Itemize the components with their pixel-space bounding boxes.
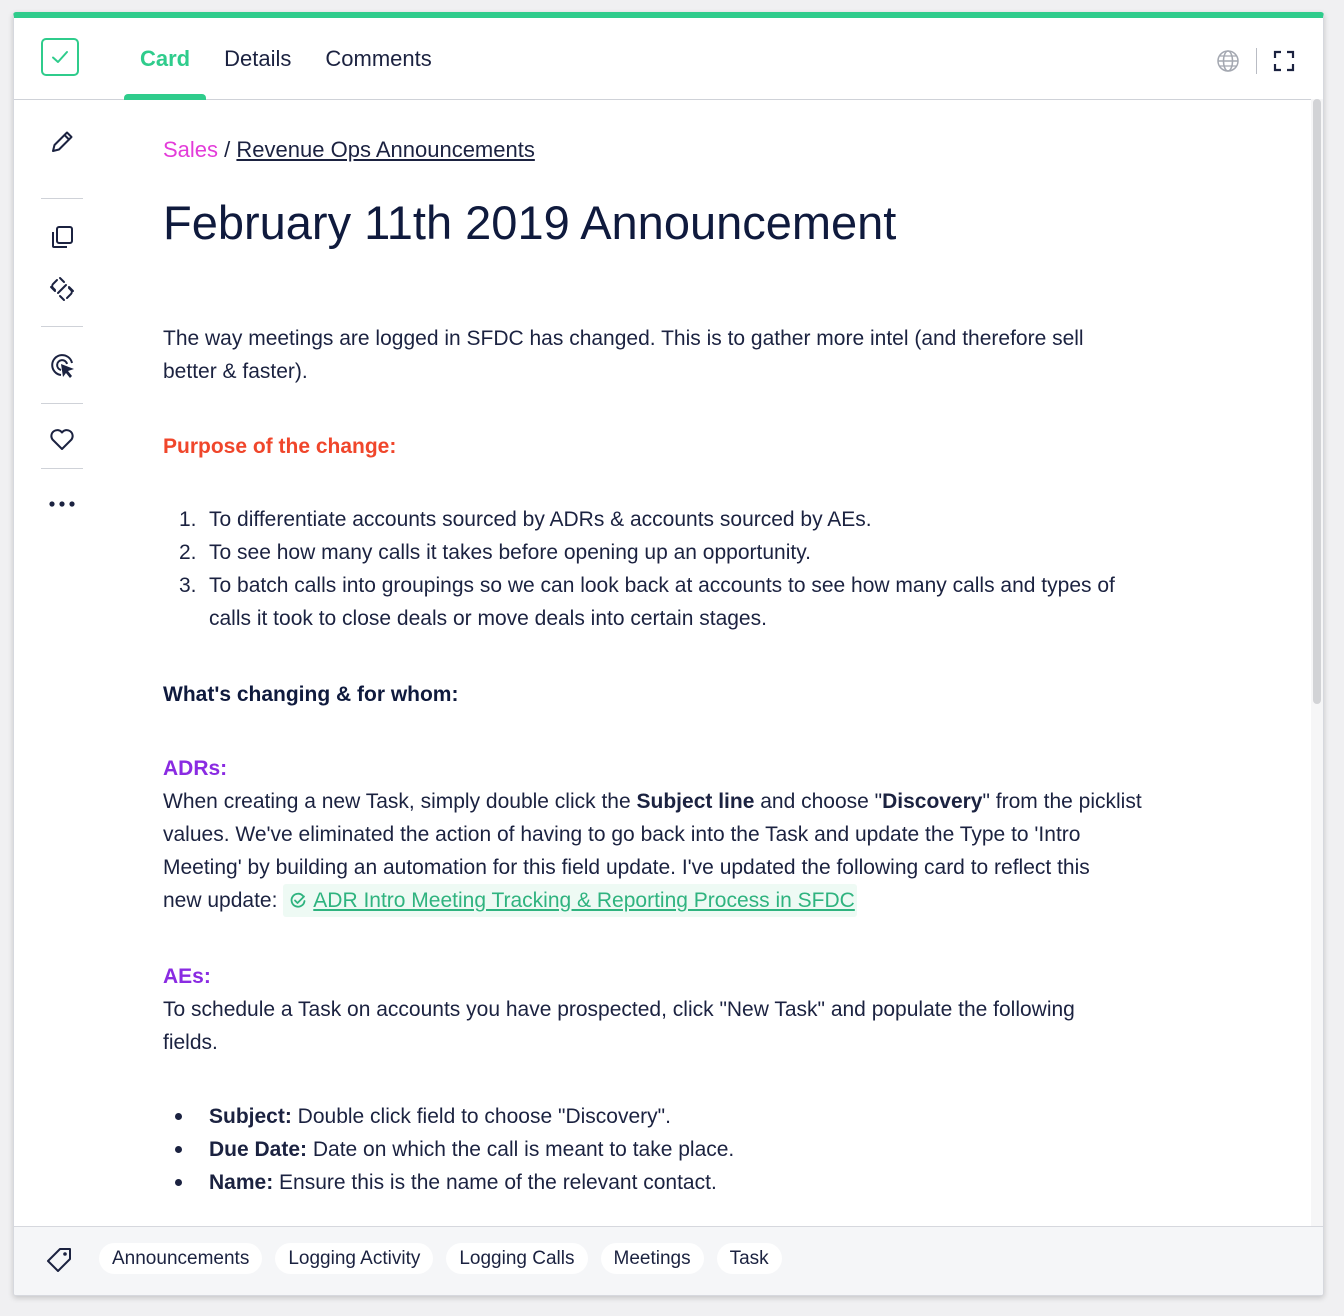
field-label: Due Date:: [209, 1138, 308, 1161]
rail-divider: [41, 403, 83, 404]
favorite-button[interactable]: [42, 419, 82, 459]
adrs-text: When creating a new Task, simply double …: [163, 790, 637, 813]
edit-button[interactable]: [42, 122, 82, 162]
list-item: Name: Ensure this is the name of the rel…: [163, 1166, 1233, 1199]
tag-chip[interactable]: Task: [716, 1243, 782, 1274]
adrs-bold-subject: Subject line: [636, 790, 755, 813]
intro-line: The way meetings are logged in SFDC has …: [163, 327, 1084, 350]
card-tabs: Card Details Comments: [124, 18, 450, 100]
fullscreen-icon: [1273, 50, 1295, 72]
header-actions: [1216, 48, 1295, 74]
list-text: To see how many calls it takes before op…: [209, 541, 811, 564]
card-link-icon: [290, 892, 306, 908]
adrs-paragraph: When creating a new Task, simply double …: [163, 785, 1233, 917]
card-panel: Card Details Comments Sales / Revenue Op…: [13, 12, 1324, 1296]
aes-paragraph: To schedule a Task on accounts you have …: [163, 993, 1233, 1059]
card-title: February 11th 2019 Announcement: [163, 196, 897, 249]
tag-chip[interactable]: Meetings: [600, 1243, 704, 1274]
pencil-icon: [52, 131, 73, 152]
tags-footer: Announcements Logging Activity Logging C…: [14, 1226, 1323, 1295]
list-item: 3. To batch calls into groupings so we c…: [163, 569, 1233, 635]
more-icon: [49, 501, 75, 507]
purpose-list: 1. To differentiate accounts sourced by …: [163, 503, 1233, 635]
adrs-heading: ADRs:: [163, 757, 228, 780]
verified-check-button[interactable]: [41, 38, 79, 76]
tab-comments[interactable]: Comments: [309, 18, 447, 99]
heart-icon: [50, 429, 74, 450]
list-number: 3.: [179, 574, 197, 597]
rail-divider: [41, 326, 83, 327]
tag-list: Announcements Logging Activity Logging C…: [99, 1243, 795, 1274]
duplicate-button[interactable]: [42, 217, 82, 257]
list-text: To batch calls into groupings so we can …: [209, 574, 1115, 597]
card-header: Card Details Comments: [14, 18, 1323, 100]
unlink-icon: [50, 277, 74, 301]
breadcrumb: Sales / Revenue Ops Announcements: [163, 133, 535, 166]
purpose-heading: Purpose of the change:: [163, 435, 397, 458]
aes-text: To schedule a Task on accounts you have …: [163, 998, 1075, 1021]
field-text: Date on which the call is meant to take …: [307, 1138, 735, 1161]
fullscreen-button[interactable]: [1273, 50, 1295, 72]
rail-divider: [41, 468, 83, 469]
verify-button[interactable]: [42, 345, 82, 385]
fields-list: Subject: Double click field to choose "D…: [163, 1100, 1233, 1199]
breadcrumb-collection[interactable]: Sales: [163, 137, 218, 162]
card-link-chip[interactable]: ADR Intro Meeting Tracking & Reporting P…: [283, 884, 857, 917]
aes-heading: AEs:: [163, 965, 211, 988]
content-scrollbar[interactable]: [1311, 99, 1323, 1227]
field-label: Subject:: [209, 1105, 292, 1128]
tag-chip[interactable]: Logging Activity: [275, 1243, 434, 1274]
adrs-text: and choose ": [754, 790, 883, 813]
more-button[interactable]: [42, 484, 82, 524]
action-rail: [14, 99, 108, 1227]
changing-heading: What's changing & for whom:: [163, 683, 459, 706]
intro-paragraph: The way meetings are logged in SFDC has …: [163, 322, 1233, 388]
tag-chip[interactable]: Logging Calls: [446, 1243, 588, 1274]
tab-card[interactable]: Card: [124, 18, 207, 100]
globe-button[interactable]: [1216, 49, 1240, 73]
adrs-text: " from the picklist: [982, 790, 1142, 813]
tag-chip[interactable]: Announcements: [99, 1243, 263, 1274]
list-text: calls it took to close deals or move dea…: [209, 607, 767, 630]
field-text: Ensure this is the name of the relevant …: [273, 1171, 717, 1194]
tag-button[interactable]: [42, 1243, 76, 1277]
list-number: 2.: [179, 541, 197, 564]
header-divider: [1256, 48, 1257, 74]
list-item: Due Date: Date on which the call is mean…: [163, 1133, 1233, 1166]
tab-details[interactable]: Details: [208, 18, 307, 99]
bullet: [175, 1113, 182, 1120]
breadcrumb-board[interactable]: Revenue Ops Announcements: [236, 137, 534, 162]
list-number: 1.: [179, 508, 197, 531]
unlink-button[interactable]: [42, 269, 82, 309]
cursor-target-icon: [51, 354, 74, 378]
aes-text: fields.: [163, 1031, 218, 1054]
list-item: 2. To see how many calls it takes before…: [163, 536, 1233, 569]
bullet: [175, 1146, 182, 1153]
tag-icon: [47, 1248, 71, 1272]
adrs-text: new update:: [163, 889, 284, 912]
copy-icon: [52, 226, 73, 248]
adrs-text: values. We've eliminated the action of h…: [163, 823, 1081, 846]
field-label: Name:: [209, 1171, 274, 1194]
card-link[interactable]: ADR Intro Meeting Tracking & Reporting P…: [313, 889, 855, 912]
list-item: 1. To differentiate accounts sourced by …: [163, 503, 1233, 536]
intro-line: better & faster).: [163, 360, 308, 383]
check-icon: [52, 51, 68, 63]
breadcrumb-separator: /: [224, 137, 231, 162]
field-text: Double click field to choose "Discovery"…: [291, 1105, 671, 1128]
bullet: [175, 1179, 182, 1186]
list-item: Subject: Double click field to choose "D…: [163, 1100, 1233, 1133]
list-text: To differentiate accounts sourced by ADR…: [209, 508, 872, 531]
globe-icon: [1217, 50, 1239, 72]
card-content: Sales / Revenue Ops Announcements Februa…: [163, 99, 1243, 1227]
adrs-text: Meeting' by building an automation for t…: [163, 856, 1090, 879]
scrollbar-thumb[interactable]: [1313, 99, 1321, 704]
rail-divider: [41, 198, 83, 199]
adrs-bold-discovery: Discovery: [882, 790, 983, 813]
